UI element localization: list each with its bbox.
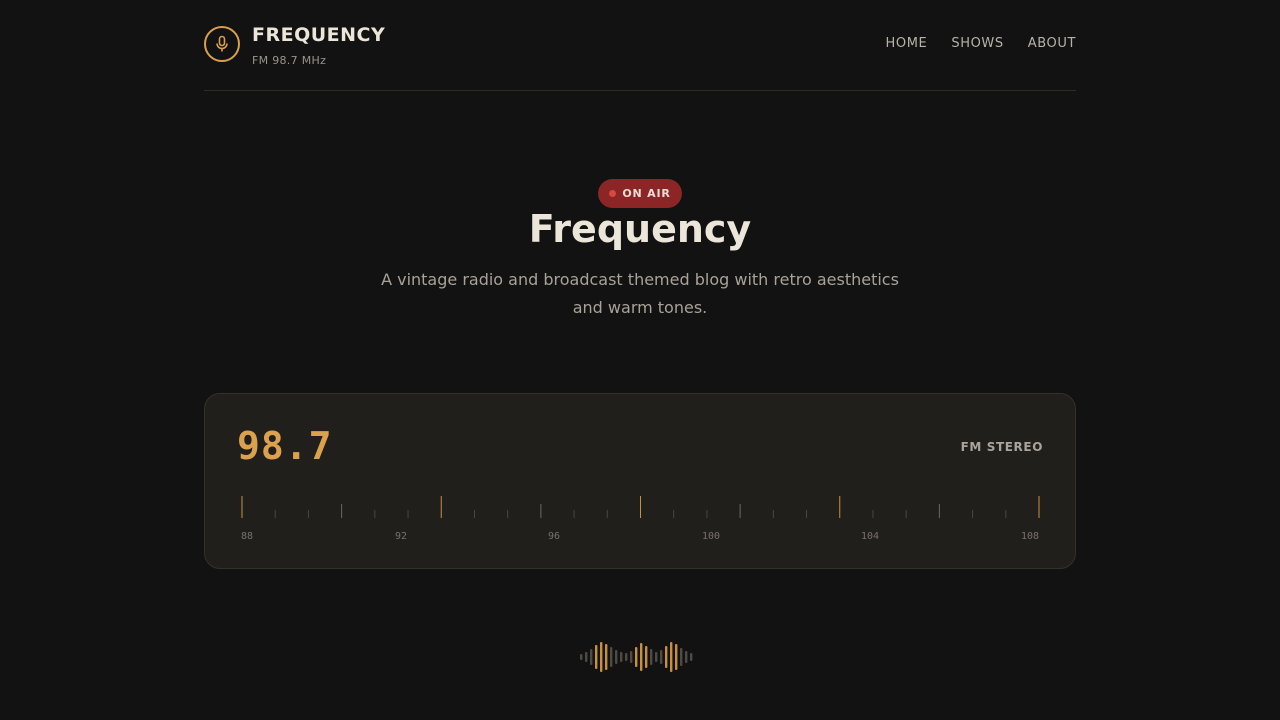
waveform-bar	[650, 649, 653, 665]
site-header: FREQUENCY FM 98.7 MHz HOME SHOWS ABOUT	[204, 0, 1076, 91]
waveform-bar	[655, 652, 658, 662]
on-air-dot-icon	[609, 190, 617, 197]
waveform-bar	[665, 646, 668, 668]
waveform-bar	[640, 643, 643, 671]
waveform-bar	[680, 648, 683, 666]
waveform-bar	[675, 644, 678, 670]
waveform-bar	[630, 651, 633, 663]
tuner-scale-label: 108	[1021, 531, 1039, 542]
brand-name[interactable]: FREQUENCY	[252, 24, 385, 46]
tuner-card: 98.7 FM STEREO 88 92 96 100 104 108	[204, 393, 1076, 569]
waveform-bar	[645, 646, 648, 668]
nav-about-link[interactable]: ABOUT	[1028, 36, 1076, 51]
waveform-bar	[635, 647, 638, 667]
page-subtitle: A vintage radio and broadcast themed blo…	[370, 266, 910, 322]
waveform-bar	[600, 642, 603, 672]
tuner-scale-label: 104	[861, 531, 879, 542]
waveform-bar	[685, 651, 688, 663]
microphone-icon[interactable]	[204, 26, 240, 62]
waveform-bar	[610, 647, 613, 667]
waveform-bar	[620, 652, 623, 662]
tuner-scale[interactable]: 88 92 96 100 104 108	[205, 394, 1077, 570]
waveform-bar	[670, 642, 673, 672]
tuner-mode-label: FM STEREO	[960, 440, 1043, 454]
tuner-scale-label: 100	[702, 531, 720, 542]
waveform-bar	[585, 652, 588, 662]
waveform-bar	[615, 650, 618, 664]
page-subtitle-line-2: and warm tones.	[572, 298, 708, 317]
waveform-bar	[580, 654, 583, 660]
nav-shows-link[interactable]: SHOWS	[951, 36, 1003, 51]
microphone-icon-glyph	[216, 35, 228, 52]
page-title: Frequency	[528, 207, 752, 251]
on-air-label: ON AIR	[622, 187, 671, 200]
site-header-wrap: FREQUENCY FM 98.7 MHz HOME SHOWS ABOUT	[204, 0, 1076, 91]
tuner-scale-label: 92	[395, 531, 407, 542]
waveform-bar	[690, 653, 693, 661]
audio-waveform-icon	[580, 642, 693, 672]
page-subtitle-line-1: A vintage radio and broadcast themed blo…	[381, 270, 899, 289]
main-nav: HOME SHOWS ABOUT	[886, 36, 1077, 51]
nav-home-link[interactable]: HOME	[886, 36, 928, 51]
tuner-frequency-readout: 98.7	[237, 424, 333, 468]
waveform-bar	[605, 644, 608, 670]
station-frequency-label: FM 98.7 MHz	[252, 54, 327, 67]
tuner-scale-label: 88	[241, 531, 253, 542]
on-air-badge: ON AIR	[598, 179, 682, 208]
tuner-scale-label: 96	[548, 531, 560, 542]
waveform-bar	[660, 650, 663, 664]
waveform-bar	[625, 653, 628, 661]
waveform-bar	[595, 645, 598, 669]
waveform-bar	[590, 649, 593, 665]
